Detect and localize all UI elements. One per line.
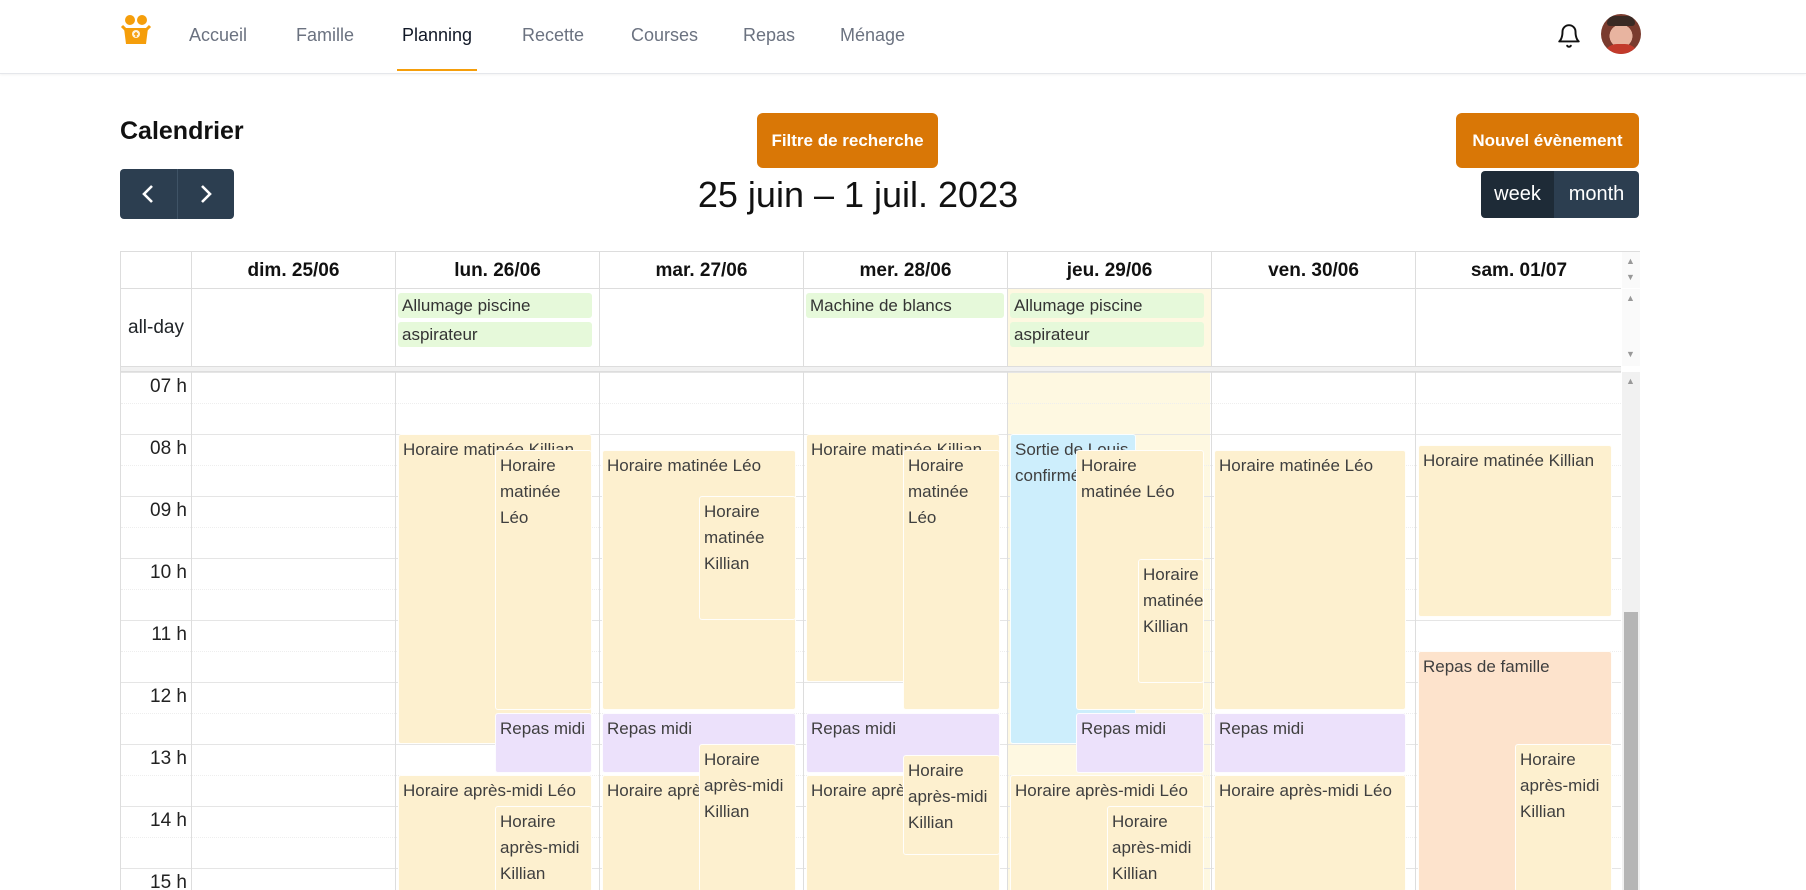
day-header: mer. 28/06 (803, 252, 1007, 288)
calendar-event[interactable]: Horaire matinée Killian (1418, 445, 1612, 617)
calendar-event[interactable]: Repas midi (495, 713, 592, 773)
avatar[interactable] (1601, 14, 1641, 54)
calendar-event[interactable]: Repas midi (1076, 713, 1204, 773)
time-label: 14 h (150, 810, 187, 831)
calendar-event[interactable]: Horaire après-midi Killian (495, 806, 592, 890)
nav-menage[interactable]: Ménage (840, 0, 905, 71)
bell-icon[interactable] (1556, 23, 1582, 49)
allday-row: all-day Allumage piscine aspirateur Mach… (121, 289, 1621, 367)
nav-recette[interactable]: Recette (522, 0, 584, 71)
calendar-event[interactable]: Horaire après-midi Killian (903, 755, 1000, 855)
calendar-event[interactable]: Horaire après-midi Léo (1214, 775, 1406, 890)
day-header: lun. 26/06 (395, 252, 599, 288)
time-label: 11 h (151, 624, 187, 645)
allday-label: all-day (128, 317, 184, 338)
calendar-event[interactable]: Horaire matinée Léo (495, 450, 592, 710)
day-header-row: dim. 25/06 lun. 26/06 mar. 27/06 mer. 28… (121, 252, 1621, 289)
week-calendar: dim. 25/06 lun. 26/06 mar. 27/06 mer. 28… (120, 251, 1640, 890)
nav-courses[interactable]: Courses (631, 0, 698, 71)
time-label: 12 h (150, 686, 187, 707)
calendar-event[interactable]: Horaire après-midi Killian (699, 744, 796, 890)
chevron-left-icon (142, 185, 154, 203)
view-switcher: week month (1481, 171, 1639, 218)
page-title: Calendrier (120, 117, 244, 145)
time-label: 08 h (150, 438, 187, 459)
day-header: ven. 30/06 (1211, 252, 1415, 288)
allday-event[interactable]: aspirateur (1010, 322, 1204, 347)
nav-famille[interactable]: Famille (296, 0, 354, 71)
chevron-right-icon (200, 185, 212, 203)
family-logo-icon[interactable] (120, 14, 152, 48)
day-header: dim. 25/06 (191, 252, 395, 288)
top-navbar: Accueil Famille Planning Recette Courses… (0, 0, 1806, 74)
allday-scrollbar[interactable]: ▲ ▼ (1622, 289, 1640, 366)
nav-planning[interactable]: Planning (397, 0, 477, 71)
new-event-button[interactable]: Nouvel évènement (1456, 113, 1639, 168)
day-header: jeu. 29/06 (1007, 252, 1211, 288)
day-header: mar. 27/06 (599, 252, 803, 288)
nav-repas[interactable]: Repas (743, 0, 795, 71)
time-grid-scrollbar[interactable]: ▲ (1622, 372, 1640, 890)
time-label: 10 h (150, 562, 187, 583)
calendar-event[interactable]: Horaire matinée Léo (1214, 450, 1406, 710)
time-grid: 07 h 08 h 09 h 10 h 11 h 12 h 13 h 14 h … (121, 372, 1621, 890)
view-week-button[interactable]: week (1481, 171, 1554, 218)
next-week-button[interactable] (176, 169, 235, 219)
date-range-title: 25 juin – 1 juil. 2023 (697, 174, 1019, 215)
allday-event[interactable]: Machine de blancs (806, 293, 1004, 318)
scrollbar-thumb[interactable] (1624, 612, 1638, 890)
header-scrollbar[interactable]: ▲ ▼ (1622, 252, 1640, 288)
prev-week-button[interactable] (120, 169, 177, 219)
calendar-event[interactable]: Horaire après-midi Killian (1515, 744, 1612, 890)
allday-event[interactable]: Allumage piscine (1010, 293, 1204, 318)
calendar-event[interactable]: Repas midi (1214, 713, 1406, 773)
time-label: 15 h (150, 872, 187, 890)
calendar-event[interactable]: Horaire matinée Léo (903, 450, 1000, 710)
nav-accueil[interactable]: Accueil (189, 0, 247, 71)
day-header: sam. 01/07 (1415, 252, 1622, 288)
time-label: 09 h (150, 500, 187, 521)
calendar-event[interactable]: Horaire matinée Killian (1138, 559, 1204, 683)
search-filter-button[interactable]: Filtre de recherche (757, 113, 938, 168)
time-label: 13 h (150, 748, 187, 769)
view-month-button[interactable]: month (1554, 171, 1639, 218)
time-label: 07 h (150, 376, 187, 397)
allday-event[interactable]: aspirateur (398, 322, 592, 347)
calendar-nav-group (120, 169, 234, 219)
allday-event[interactable]: Allumage piscine (398, 293, 592, 318)
calendar-event[interactable]: Horaire après-midi Killian (1107, 806, 1204, 890)
calendar-event[interactable]: Horaire matinée Killian (699, 496, 796, 620)
